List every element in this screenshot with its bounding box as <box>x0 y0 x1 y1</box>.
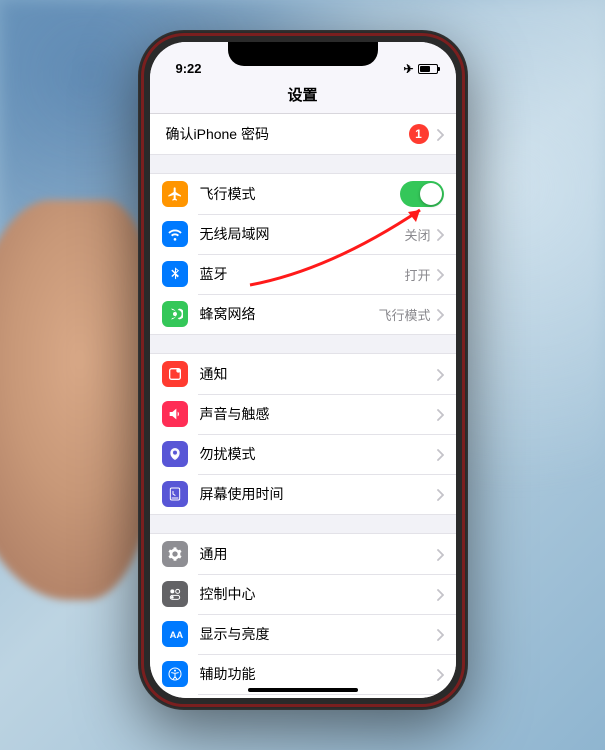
display-icon: AA <box>162 621 188 647</box>
group-connectivity: 飞行模式 无线局域网 关闭 蓝牙 <box>150 173 456 335</box>
page-title: 设置 <box>150 78 456 114</box>
airplane-toggle[interactable] <box>400 181 444 207</box>
row-display[interactable]: AA 显示与亮度 <box>150 614 456 654</box>
battery-icon <box>418 64 438 74</box>
chevron-right-icon <box>437 408 444 420</box>
home-indicator[interactable] <box>248 688 358 692</box>
control-center-label: 控制中心 <box>200 584 437 604</box>
dnd-label: 勿扰模式 <box>200 444 437 464</box>
row-general[interactable]: 通用 <box>150 534 456 574</box>
row-confirm-password[interactable]: 确认iPhone 密码 1 <box>150 114 456 154</box>
chevron-right-icon <box>437 268 444 280</box>
control-center-icon <box>162 581 188 607</box>
screentime-icon <box>162 481 188 507</box>
sounds-icon <box>162 401 188 427</box>
wifi-icon <box>162 221 188 247</box>
group-account: 确认iPhone 密码 1 <box>150 114 456 155</box>
group-notifications: 通知 声音与触感 <box>150 353 456 515</box>
cellular-label: 蜂窝网络 <box>200 304 379 324</box>
chevron-right-icon <box>437 308 444 320</box>
row-control-center[interactable]: 控制中心 <box>150 574 456 614</box>
row-wifi[interactable]: 无线局域网 关闭 <box>150 214 456 254</box>
wifi-label: 无线局域网 <box>200 224 405 244</box>
notification-badge: 1 <box>409 124 429 144</box>
chevron-right-icon <box>437 128 444 140</box>
screentime-label: 屏幕使用时间 <box>200 484 437 504</box>
airplane-icon <box>162 181 188 207</box>
row-dnd[interactable]: 勿扰模式 <box>150 434 456 474</box>
chevron-right-icon <box>437 548 444 560</box>
status-indicators: ✈︎ <box>403 62 437 76</box>
chevron-right-icon <box>437 628 444 640</box>
accessibility-icon <box>162 661 188 687</box>
chevron-right-icon <box>437 588 444 600</box>
settings-list[interactable]: 确认iPhone 密码 1 飞行模式 <box>150 114 456 698</box>
general-label: 通用 <box>200 544 437 564</box>
airplane-icon: ✈︎ <box>403 62 413 76</box>
row-cellular[interactable]: 蜂窝网络 飞行模式 <box>150 294 456 334</box>
confirm-password-label: 确认iPhone 密码 <box>162 124 409 144</box>
svg-text:AA: AA <box>169 630 182 640</box>
group-general: 通用 控制中心 AA <box>150 533 456 698</box>
bluetooth-value: 打开 <box>404 265 430 284</box>
screen: 9:22 ✈︎ 设置 确认iPhone 密码 1 <box>150 42 456 698</box>
chevron-right-icon <box>437 668 444 680</box>
row-sounds[interactable]: 声音与触感 <box>150 394 456 434</box>
row-airplane-mode[interactable]: 飞行模式 <box>150 174 456 214</box>
accessibility-label: 辅助功能 <box>200 664 437 684</box>
notifications-label: 通知 <box>200 364 437 384</box>
status-time: 9:22 <box>168 61 202 76</box>
airplane-label: 飞行模式 <box>200 184 400 204</box>
sounds-label: 声音与触感 <box>200 404 437 424</box>
chevron-right-icon <box>437 228 444 240</box>
general-icon <box>162 541 188 567</box>
chevron-right-icon <box>437 368 444 380</box>
chevron-right-icon <box>437 488 444 500</box>
row-bluetooth[interactable]: 蓝牙 打开 <box>150 254 456 294</box>
wifi-value: 关闭 <box>404 225 430 244</box>
row-notifications[interactable]: 通知 <box>150 354 456 394</box>
bluetooth-icon <box>162 261 188 287</box>
cellular-value: 飞行模式 <box>378 305 430 324</box>
notifications-icon <box>162 361 188 387</box>
notch <box>228 42 378 66</box>
cellular-icon <box>162 301 188 327</box>
dnd-icon <box>162 441 188 467</box>
display-label: 显示与亮度 <box>200 624 437 644</box>
bluetooth-label: 蓝牙 <box>200 264 405 284</box>
chevron-right-icon <box>437 448 444 460</box>
row-wallpaper[interactable]: 墙纸 <box>150 694 456 698</box>
phone-frame: 9:22 ✈︎ 设置 确认iPhone 密码 1 <box>138 30 468 710</box>
row-screentime[interactable]: 屏幕使用时间 <box>150 474 456 514</box>
